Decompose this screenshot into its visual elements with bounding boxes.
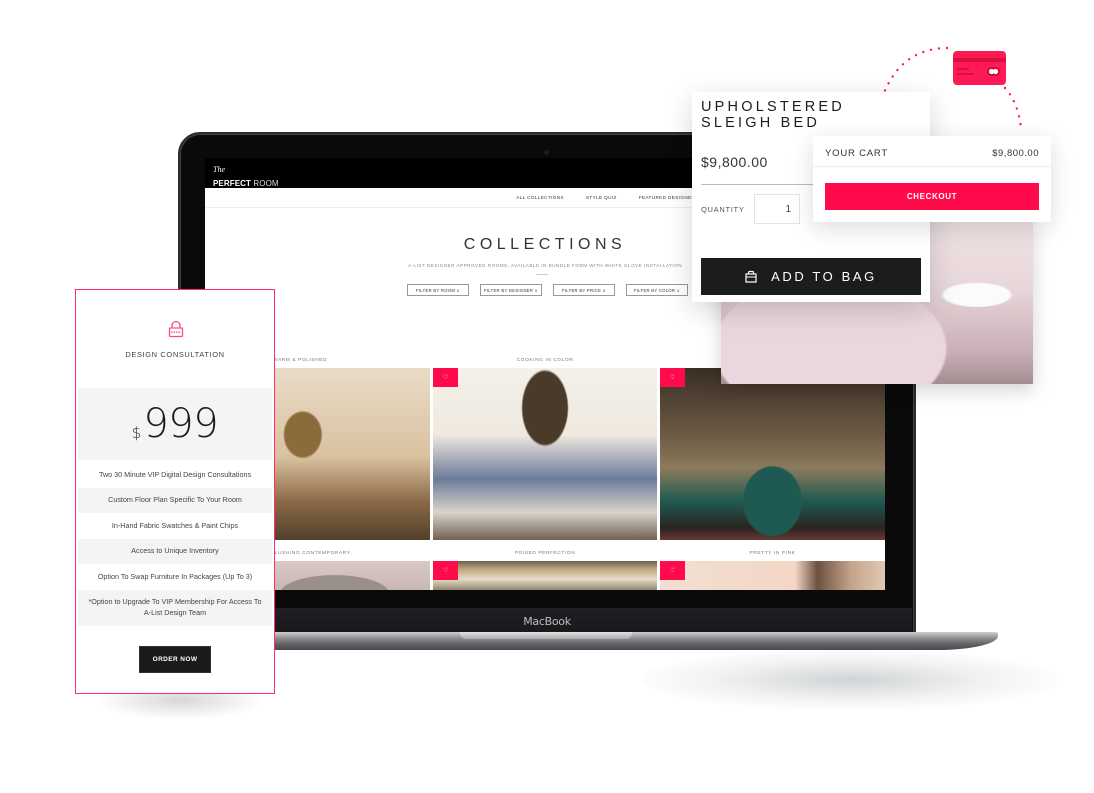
price-box: $ 999 [78, 388, 272, 460]
filter-by-price[interactable]: Filter by Price ∨ [553, 284, 615, 296]
feature-item: Two 30 Minute VIP Digital Design Consult… [98, 469, 252, 479]
logo-thin: ROOM [253, 179, 279, 188]
product-title: Upholstered Sleigh Bed [701, 99, 845, 131]
feature-item: *Option to Upgrade To VIP Membership For… [78, 589, 272, 626]
add-to-bag-label: Add to Bag [771, 269, 877, 284]
filter-by-room[interactable]: Filter by Room ∨ [407, 284, 469, 296]
collection-tile-poised-perfection[interactable]: ♡ [433, 561, 657, 590]
feature-item: Access to Unique Inventory [78, 538, 272, 564]
nav-style-quiz[interactable]: Style Quiz [586, 195, 617, 200]
cart-label: Your Cart [825, 148, 888, 159]
logo-the: The [213, 165, 225, 174]
favorite-button[interactable]: ♡ [660, 561, 685, 580]
feature-list: Two 30 Minute VIP Digital Design Consult… [78, 462, 272, 626]
nav-all-collections[interactable]: All Collections [516, 195, 564, 200]
logo-bold: PERFECT [213, 179, 252, 188]
collection-label-poised-perfection[interactable]: Poised Perfection [433, 551, 657, 556]
product-price: $9,800.00 [701, 154, 768, 170]
checkout-button[interactable]: Checkout [825, 183, 1039, 210]
cart-card: Your Cart $9,800.00 Checkout [813, 136, 1051, 222]
collection-label-cooking-in-color[interactable]: Cooking in Color [433, 358, 657, 363]
lock-icon [168, 320, 184, 338]
favorite-button[interactable]: ♡ [433, 561, 458, 580]
feature-item: Option To Swap Furniture In Packages (Up… [97, 571, 253, 581]
order-now-button[interactable]: Order Now [139, 646, 211, 673]
collection-label-warm-polished[interactable]: Warm & Polished [273, 358, 363, 363]
laptop-shadow [640, 650, 1060, 710]
device-label: MacBook [523, 615, 571, 628]
filter-by-designer[interactable]: Filter by Designer ∨ [480, 284, 542, 296]
cart-divider [813, 166, 1051, 167]
quantity-input[interactable] [754, 194, 800, 224]
credit-card-icon [953, 51, 1006, 85]
collection-tile-pretty-in-pink[interactable]: ♡ [660, 561, 885, 590]
heart-icon: ♡ [669, 375, 676, 381]
collection-tile-blushing-contemporary[interactable] [271, 561, 430, 590]
consultation-title: Design Consultation [125, 350, 225, 359]
price-amount: 999 [143, 401, 219, 447]
feature-item: In-Hand Fabric Swatches & Paint Chips [111, 520, 239, 530]
subtitle-divider [536, 274, 548, 275]
heart-icon: ♡ [442, 375, 449, 381]
quantity-label: Quantity [701, 205, 745, 214]
collections-row-2: Blushing Contemporary Poised Perfection … [205, 540, 885, 590]
collection-label-blushing-contemporary[interactable]: Blushing Contemporary [271, 551, 430, 556]
camera [544, 150, 549, 155]
price-currency: $ [131, 424, 142, 442]
cart-total: $9,800.00 [992, 148, 1039, 159]
filter-bar: Filter by Room ∨ Filter by Designer ∨ Fi… [407, 284, 688, 296]
site-logo[interactable]: The PERFECT ROOM [213, 166, 279, 190]
heart-icon: ♡ [669, 568, 676, 574]
feature-item: Custom Floor Plan Specific To Your Room [78, 487, 272, 513]
add-to-bag-button[interactable]: Add to Bag [701, 258, 921, 295]
bag-icon [745, 270, 757, 283]
heart-icon: ♡ [442, 568, 449, 574]
laptop-notch [460, 632, 632, 639]
design-consultation-card: Design Consultation $ 999 Two 30 Minute … [75, 289, 275, 694]
collection-label-pretty-in-pink[interactable]: Pretty in Pink [660, 551, 885, 556]
filter-by-color[interactable]: Filter by Color ∨ [626, 284, 688, 296]
favorite-button[interactable]: ♡ [660, 368, 685, 387]
favorite-button[interactable]: ♡ [433, 368, 458, 387]
